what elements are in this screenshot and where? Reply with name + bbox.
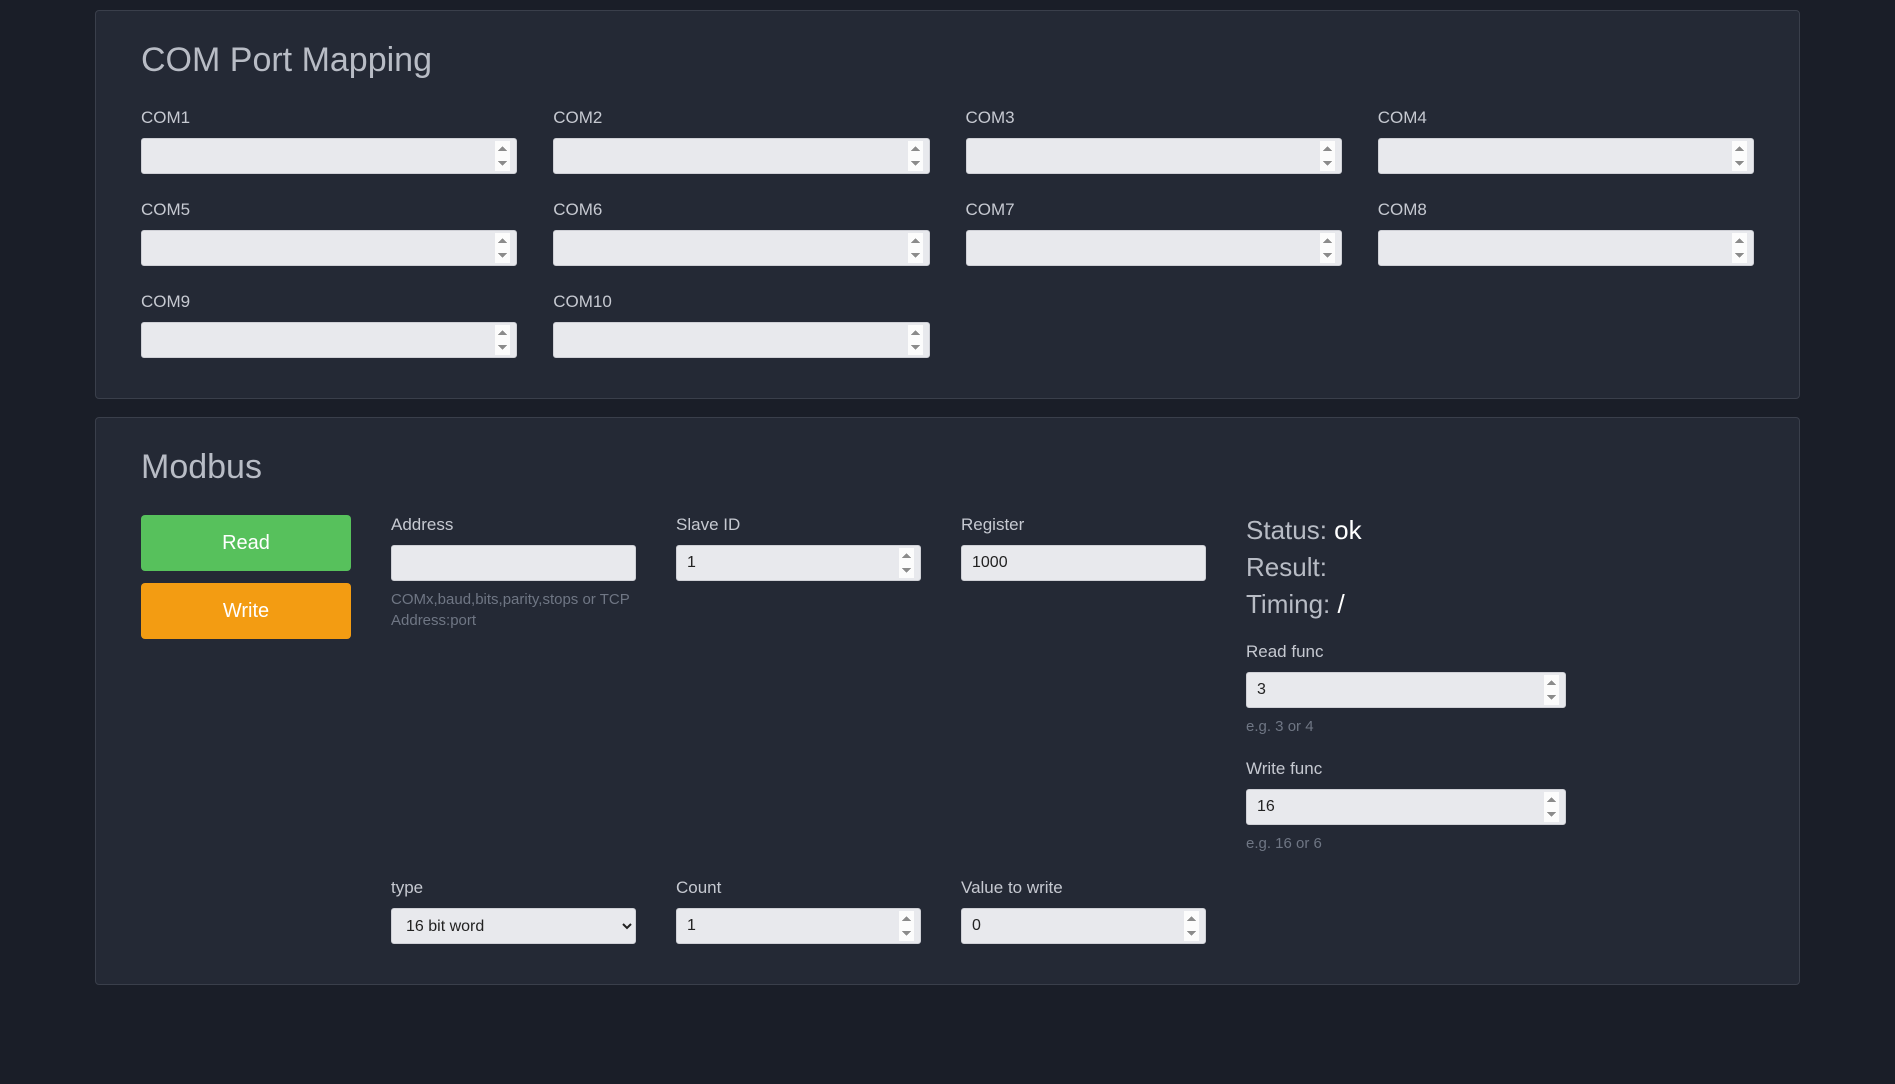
com-port-input[interactable]: [141, 322, 517, 358]
com-port-field: COM5: [141, 200, 517, 266]
read-button[interactable]: Read: [141, 515, 351, 571]
status-label: Status:: [1246, 515, 1334, 545]
com-port-input[interactable]: [1378, 138, 1754, 174]
type-label: type: [391, 878, 636, 898]
timing-line: Timing: /: [1246, 589, 1566, 620]
timing-value: /: [1338, 589, 1345, 619]
count-input[interactable]: [676, 908, 921, 944]
value-to-write-group: Value to write: [961, 878, 1206, 944]
com-port-label: COM2: [553, 108, 929, 128]
com-port-input[interactable]: [966, 230, 1342, 266]
register-label: Register: [961, 515, 1206, 535]
com-port-field: COM8: [1378, 200, 1754, 266]
com-port-label: COM9: [141, 292, 517, 312]
write-func-label: Write func: [1246, 759, 1566, 779]
com-port-label: COM8: [1378, 200, 1754, 220]
status-value: ok: [1334, 515, 1361, 545]
type-select[interactable]: 16 bit word: [391, 908, 636, 944]
address-help-text: COMx,baud,bits,parity,stops or TCP Addre…: [391, 589, 636, 631]
com-port-input[interactable]: [553, 322, 929, 358]
com-port-field: COM9: [141, 292, 517, 358]
value-to-write-input[interactable]: [961, 908, 1206, 944]
com-port-label: COM5: [141, 200, 517, 220]
address-input[interactable]: [391, 545, 636, 581]
count-label: Count: [676, 878, 921, 898]
slave-id-field-group: Slave ID: [676, 515, 921, 581]
slave-id-input[interactable]: [676, 545, 921, 581]
com-port-label: COM7: [966, 200, 1342, 220]
com-port-input[interactable]: [553, 138, 929, 174]
modbus-title: Modbus: [141, 448, 1754, 487]
timing-label: Timing:: [1246, 589, 1338, 619]
write-func-help: e.g. 16 or 6: [1246, 833, 1566, 854]
write-func-input[interactable]: [1246, 789, 1566, 825]
com-port-field: COM10: [553, 292, 929, 358]
com-port-label: COM1: [141, 108, 517, 128]
com-port-field: COM1: [141, 108, 517, 174]
com-port-mapping-panel: COM Port Mapping COM1 COM2 COM3 COM4 COM5 COM…: [95, 10, 1800, 399]
read-func-label: Read func: [1246, 642, 1566, 662]
register-input[interactable]: [961, 545, 1206, 581]
com-port-input[interactable]: [553, 230, 929, 266]
com-port-input[interactable]: [1378, 230, 1754, 266]
com-port-field: COM7: [966, 200, 1342, 266]
com-port-field: COM2: [553, 108, 929, 174]
address-field-group: Address COMx,baud,bits,parity,stops or T…: [391, 515, 636, 631]
read-func-input[interactable]: [1246, 672, 1566, 708]
register-field-group: Register: [961, 515, 1206, 581]
read-func-help: e.g. 3 or 4: [1246, 716, 1566, 737]
modbus-panel: Modbus Read Write Address COMx,baud,bits…: [95, 417, 1800, 985]
write-func-group: Write func e.g. 16 or 6: [1246, 759, 1566, 854]
com-port-field: COM4: [1378, 108, 1754, 174]
com-port-label: COM4: [1378, 108, 1754, 128]
value-to-write-label: Value to write: [961, 878, 1206, 898]
com-port-input[interactable]: [141, 138, 517, 174]
com-port-label: COM10: [553, 292, 929, 312]
type-field-group: type 16 bit word: [391, 878, 636, 944]
com-port-input[interactable]: [141, 230, 517, 266]
modbus-buttons-column: Read Write: [141, 515, 351, 651]
slave-id-label: Slave ID: [676, 515, 921, 535]
result-label: Result:: [1246, 552, 1327, 582]
com-port-label: COM3: [966, 108, 1342, 128]
result-line: Result:: [1246, 552, 1566, 583]
com-mapping-title: COM Port Mapping: [141, 41, 1754, 80]
status-line: Status: ok: [1246, 515, 1566, 546]
count-field-group: Count: [676, 878, 921, 944]
write-button[interactable]: Write: [141, 583, 351, 639]
read-func-group: Read func e.g. 3 or 4: [1246, 642, 1566, 737]
com-port-input[interactable]: [966, 138, 1342, 174]
com-port-field: COM3: [966, 108, 1342, 174]
address-label: Address: [391, 515, 636, 535]
com-port-field: COM6: [553, 200, 929, 266]
com-port-label: COM6: [553, 200, 929, 220]
status-block: Status: ok Result: Timing: / Read func e…: [1246, 515, 1566, 854]
